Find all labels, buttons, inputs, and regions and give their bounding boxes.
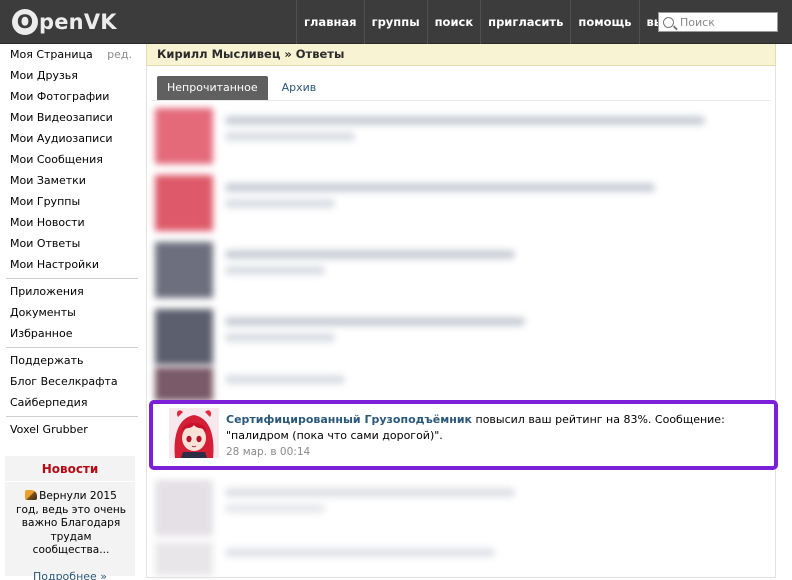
avatar xyxy=(155,542,213,576)
avatar xyxy=(155,309,213,365)
sidebar-item-my-page[interactable]: Моя Страница ред. xyxy=(0,44,146,65)
sidebar-main-menu: Моя Страница ред. Мои Друзья Мои Фотогра… xyxy=(0,44,146,275)
avatar xyxy=(155,242,213,298)
notification-item-highlighted[interactable]: Сертифицированный Грузоподъёмник повысил… xyxy=(149,400,778,470)
notification-item-blurred xyxy=(153,303,773,370)
notification-user-link[interactable]: Сертифицированный Грузоподъёмник xyxy=(226,413,472,426)
avatar xyxy=(155,367,213,401)
sidebar-item-blog[interactable]: Блог Веселкрафта xyxy=(0,371,146,392)
news-title: Новости xyxy=(5,456,135,482)
main-content: Кирилл Мысливец » Ответы Непрочитанное А… xyxy=(146,44,778,578)
avatar xyxy=(155,108,213,164)
notification-item-blurred xyxy=(153,536,773,576)
breadcrumb: Кирилл Мысливец » Ответы xyxy=(146,44,776,66)
notification-item-blurred xyxy=(153,102,773,169)
notification-text: Сертифицированный Грузоподъёмник повысил… xyxy=(226,412,764,443)
sidebar-item-news[interactable]: Мои Новости xyxy=(0,212,146,233)
avatar xyxy=(155,175,213,231)
replies-panel: Непрочитанное Архив Сертифицированный Гр… xyxy=(146,66,778,578)
top-navigation: главная группы поиск пригласить помощь в… xyxy=(296,0,694,44)
notification-item-blurred xyxy=(153,361,773,401)
news-widget: Новости Вернули 2015 год, ведь это очень… xyxy=(5,456,135,580)
nav-invite[interactable]: пригласить xyxy=(480,0,570,44)
sidebar-item-wiki[interactable]: Сайберпедия xyxy=(0,392,146,413)
sidebar-item-settings[interactable]: Мои Настройки xyxy=(0,254,146,275)
search-box[interactable] xyxy=(658,12,778,32)
notification-item-blurred xyxy=(153,236,773,303)
nav-home[interactable]: главная xyxy=(296,0,364,44)
sidebar-item-photos[interactable]: Мои Фотографии xyxy=(0,86,146,107)
tabs-underline xyxy=(151,100,771,101)
sidebar-item-audio[interactable]: Мои Аудиозаписи xyxy=(0,128,146,149)
sidebar-item-label: Моя Страница xyxy=(10,48,93,61)
notification-item-blurred xyxy=(153,169,773,236)
notification-item-blurred xyxy=(153,474,773,541)
sidebar-item-support[interactable]: Поддержать xyxy=(0,350,146,371)
search-icon xyxy=(663,16,674,28)
sidebar-extra-menu: Voxel Grubber xyxy=(0,419,146,440)
sidebar-item-groups[interactable]: Мои Группы xyxy=(0,191,146,212)
anime-girl-avatar-icon xyxy=(169,408,219,458)
sidebar-item-voxel-grubber[interactable]: Voxel Grubber xyxy=(0,419,146,440)
sidebar-item-favorites[interactable]: Избранное xyxy=(0,323,146,344)
nav-search[interactable]: поиск xyxy=(426,0,481,44)
replies-tabs: Непрочитанное Архив xyxy=(157,76,326,100)
openvk-logo[interactable]: O penVK xyxy=(12,8,117,36)
sidebar-apps-menu: Приложения Документы Избранное xyxy=(0,281,146,344)
sidebar-item-apps[interactable]: Приложения xyxy=(0,281,146,302)
sidebar-item-videos[interactable]: Мои Видеозаписи xyxy=(0,107,146,128)
nav-help[interactable]: помощь xyxy=(570,0,638,44)
avatar xyxy=(155,480,213,536)
breadcrumb-current: Ответы xyxy=(295,47,345,61)
search-input[interactable] xyxy=(680,15,775,29)
sidebar-divider xyxy=(6,416,138,417)
sidebar-item-replies[interactable]: Мои Ответы xyxy=(0,233,146,254)
breadcrumb-user-link[interactable]: Кирилл Мысливец xyxy=(157,47,280,61)
user-avatar[interactable] xyxy=(169,408,219,458)
notification-timestamp[interactable]: 28 мар. в 00:14 xyxy=(226,446,310,458)
logo-text: penVK xyxy=(39,10,117,34)
sidebar-item-friends[interactable]: Мои Друзья xyxy=(0,65,146,86)
edit-profile-link[interactable]: ред. xyxy=(107,44,132,65)
news-text-block: Вернули 2015 год, ведь это очень важно Б… xyxy=(5,482,135,558)
sidebar-item-notes[interactable]: Мои Заметки xyxy=(0,170,146,191)
news-more-link[interactable]: Подробнее » xyxy=(5,570,135,580)
sidebar-item-documents[interactable]: Документы xyxy=(0,302,146,323)
breadcrumb-separator: » xyxy=(280,47,296,61)
sidebar-item-messages[interactable]: Мои Сообщения xyxy=(0,149,146,170)
logo-letter: O xyxy=(12,9,38,35)
tab-archive[interactable]: Архив xyxy=(272,76,327,100)
nav-groups[interactable]: группы xyxy=(363,0,427,44)
top-header: O penVK главная группы поиск пригласить … xyxy=(0,0,792,44)
tab-unread[interactable]: Непрочитанное xyxy=(157,76,268,100)
sidebar-divider xyxy=(6,278,138,279)
left-sidebar: Моя Страница ред. Мои Друзья Мои Фотогра… xyxy=(0,44,146,580)
party-horn-icon xyxy=(25,490,38,500)
sidebar-divider xyxy=(6,347,138,348)
sidebar-links-menu: Поддержать Блог Веселкрафта Сайберпедия xyxy=(0,350,146,413)
